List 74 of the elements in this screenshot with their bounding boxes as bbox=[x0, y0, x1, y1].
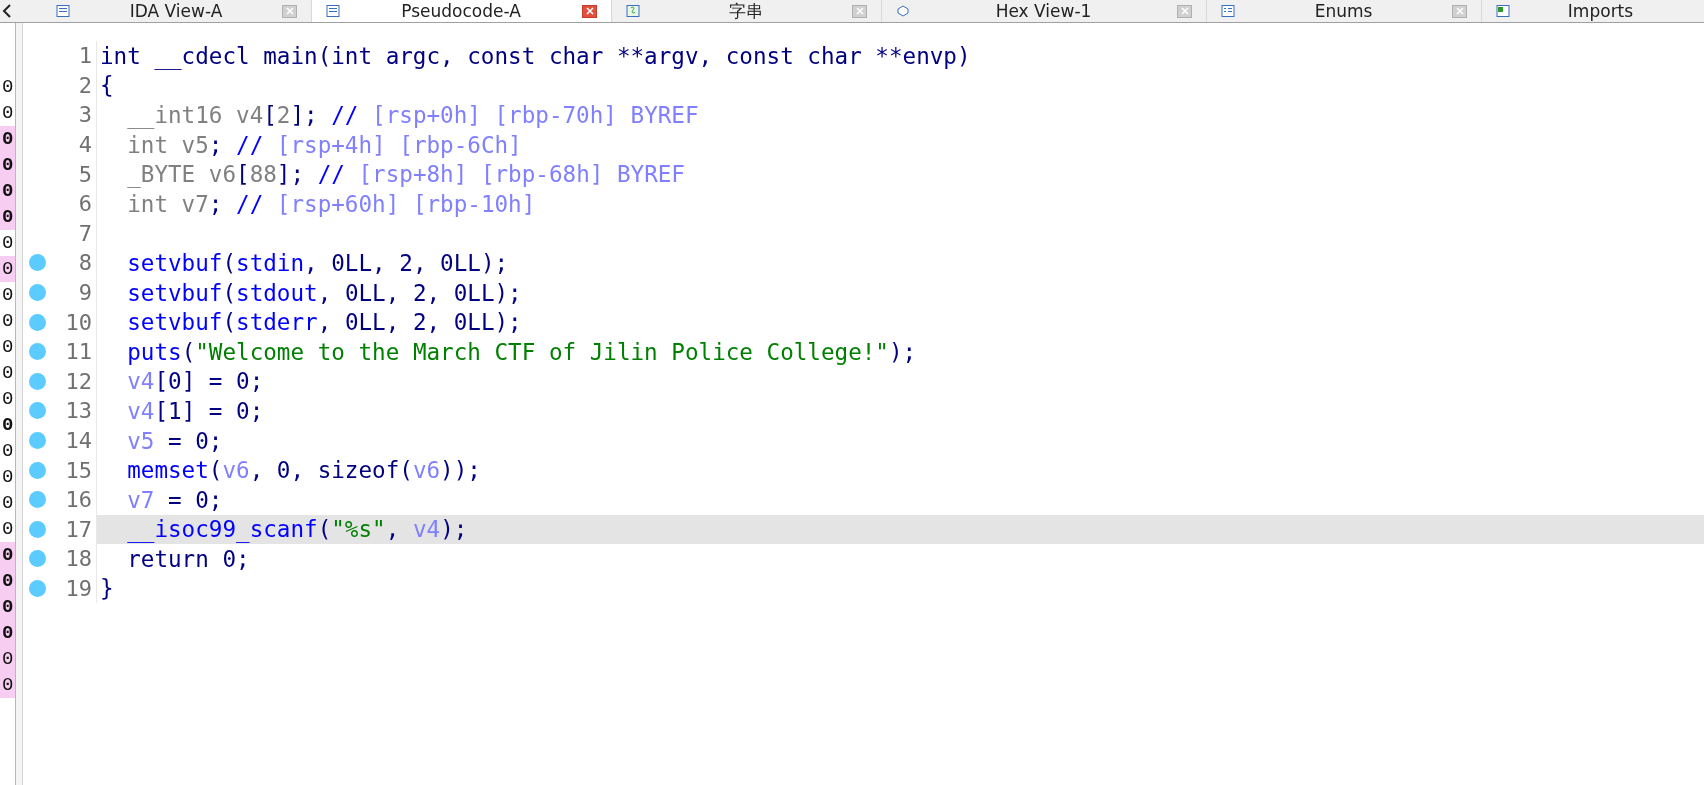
line-number: 17 bbox=[64, 516, 92, 542]
code-line: } bbox=[99, 575, 114, 602]
address-text: 0 bbox=[0, 672, 15, 698]
line-number: 11 bbox=[64, 339, 92, 365]
code-line: int v7; // [rsp+60h] [rbp-10h] bbox=[126, 190, 536, 217]
address-text: 0 bbox=[0, 178, 15, 204]
address-text: 0 bbox=[0, 256, 15, 282]
list-icon bbox=[1221, 5, 1235, 17]
breakpoint-icon[interactable] bbox=[29, 284, 46, 302]
close-icon[interactable] bbox=[282, 4, 297, 18]
address-text: 0 bbox=[0, 568, 15, 594]
hexagon-icon bbox=[896, 5, 910, 17]
tab[interactable]: Pseudocode-A bbox=[312, 0, 612, 22]
code-line: int v5; // [rsp+4h] [rbp-6Ch] bbox=[126, 131, 522, 158]
line-number: 1 bbox=[77, 43, 92, 69]
close-icon[interactable] bbox=[1452, 4, 1467, 18]
address-text: 0 bbox=[0, 152, 15, 178]
code-line: puts("Welcome to the March CTF of Jilin Police College!"); bbox=[126, 338, 917, 365]
breakpoint-icon[interactable] bbox=[29, 343, 46, 361]
line-number: 3 bbox=[77, 102, 92, 128]
address-text: 0 bbox=[0, 594, 15, 620]
line-number: 18 bbox=[64, 546, 92, 572]
breakpoint-icon[interactable] bbox=[29, 313, 46, 331]
breakpoint-icon[interactable] bbox=[29, 254, 46, 272]
code-line: _BYTE v6[88]; // [rsp+8h] [rbp-68h] BYREF bbox=[126, 161, 685, 188]
listing-icon bbox=[56, 5, 70, 17]
close-icon[interactable] bbox=[1177, 4, 1192, 18]
close-icon[interactable] bbox=[582, 4, 597, 18]
breakpoint-icon[interactable] bbox=[29, 491, 46, 509]
line-number: 6 bbox=[77, 191, 92, 217]
line-number: 15 bbox=[64, 457, 92, 483]
breakpoint-icon[interactable] bbox=[29, 432, 46, 449]
address-text: 0 bbox=[0, 542, 15, 568]
close-icon[interactable] bbox=[852, 4, 867, 18]
code-line: int __cdecl main(int argc, const char **argv, const char **envp) bbox=[99, 42, 971, 69]
breakpoint-icon[interactable] bbox=[29, 550, 46, 568]
strings-icon bbox=[626, 5, 640, 17]
code-line: __isoc99_scanf("%s", v4); bbox=[126, 516, 468, 543]
breakpoint-icon[interactable] bbox=[29, 520, 46, 538]
line-number: 4 bbox=[77, 132, 92, 158]
code-line: v4[0] = 0; bbox=[126, 368, 264, 395]
line-number: 5 bbox=[77, 161, 92, 187]
line-number: 2 bbox=[77, 72, 92, 98]
line-number: 8 bbox=[77, 250, 92, 276]
imports-icon bbox=[1496, 5, 1510, 17]
breakpoint-icon[interactable] bbox=[29, 372, 46, 390]
breakpoint-icon[interactable] bbox=[29, 402, 46, 420]
address-text: 0 bbox=[0, 646, 15, 672]
code-line: setvbuf(stdout, 0LL, 2, 0LL); bbox=[126, 279, 522, 306]
line-number: 13 bbox=[64, 398, 92, 424]
address-text: 0 bbox=[0, 204, 15, 230]
code-line: memset(v6, 0, sizeof(v6)); bbox=[126, 457, 481, 484]
code-line: __int16 v4[2]; // [rsp+0h] [rbp-70h] BYREF bbox=[126, 102, 699, 128]
code-line: return 0; bbox=[126, 545, 250, 572]
line-number: 14 bbox=[64, 428, 92, 453]
line-number: 19 bbox=[64, 576, 92, 601]
line-number: 10 bbox=[64, 309, 92, 335]
code-line: v7 = 0; bbox=[126, 486, 223, 513]
listing-icon bbox=[326, 5, 340, 17]
address-text: 0 bbox=[0, 620, 15, 646]
line-number: 12 bbox=[64, 368, 92, 394]
line-number: 16 bbox=[64, 487, 92, 513]
splitter[interactable] bbox=[15, 23, 23, 785]
chevron-left-icon[interactable] bbox=[2, 4, 12, 18]
address-text: 0 bbox=[0, 126, 15, 152]
code-line: v4[1] = 0; bbox=[126, 397, 264, 424]
code-line: v5 = 0; bbox=[126, 427, 223, 454]
line-number: 9 bbox=[77, 280, 92, 306]
code-line: setvbuf(stderr, 0LL, 2, 0LL); bbox=[126, 309, 522, 336]
line-number: 7 bbox=[77, 220, 92, 246]
code-line: { bbox=[99, 72, 114, 99]
code-line: setvbuf(stdin, 0LL, 2, 0LL); bbox=[126, 249, 509, 276]
breakpoint-icon[interactable] bbox=[29, 461, 46, 479]
breakpoint-icon[interactable] bbox=[29, 580, 46, 597]
